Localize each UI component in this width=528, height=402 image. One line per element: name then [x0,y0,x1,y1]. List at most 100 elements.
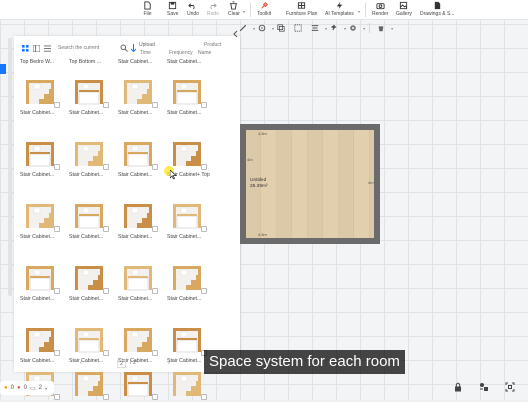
add-to-favorites-icon[interactable] [152,226,158,232]
item-label: Stair Cabinet... [118,296,153,302]
edit-toolbar: ▾ ▾ ▾ ▾ ▾ ▾ [236,21,411,35]
redo-button[interactable]: Redo [207,1,219,19]
ai-templates-dropdown-icon[interactable]: ▾ [358,9,360,14]
page-input[interactable]: 2 [117,360,127,368]
add-to-favorites-icon[interactable] [54,288,60,294]
visibility-dropdown-icon[interactable]: ▾ [363,26,365,31]
product-item[interactable]: Stair Cabinet... [69,136,113,179]
gallery-button[interactable]: Gallery [396,1,412,19]
product-item[interactable]: Stair Cabinet... [167,198,211,241]
category-scrollbar[interactable] [8,38,12,296]
add-to-favorites-icon[interactable] [54,226,60,232]
add-to-favorites-icon[interactable] [54,102,60,108]
product-item[interactable]: Stair Cabinet... [167,74,211,117]
item-label: Stair Cabinet... [69,172,104,178]
grid-view-icon[interactable] [22,45,29,52]
add-to-favorites-icon[interactable] [201,102,207,108]
add-to-favorites-icon[interactable] [103,164,109,170]
menu-icon[interactable] [44,45,51,52]
add-to-favorites-icon[interactable] [152,350,158,356]
product-thumbnail [167,322,207,356]
search-input[interactable] [58,43,120,53]
pin-button[interactable] [327,22,341,34]
align-button[interactable] [308,22,322,34]
clear-dropdown-icon[interactable]: ▾ [243,9,245,14]
prev-page-button[interactable]: ‹ [80,360,82,366]
group-button[interactable] [291,22,305,34]
search-icon[interactable] [120,44,128,52]
add-to-favorites-icon[interactable] [152,164,158,170]
paint-button[interactable] [255,22,269,34]
add-to-favorites-icon[interactable] [103,350,109,356]
product-item[interactable]: Stair Cabinet... [20,260,64,303]
layers-icon[interactable] [479,382,489,392]
product-item[interactable]: Stair Cabinet... [118,260,162,303]
product-item[interactable]: Stair Cabinet... [69,198,113,241]
copy-button[interactable] [274,22,288,34]
status-group[interactable]: ● 0 ● 0 ▭ 2 ▾ [0,381,54,395]
save-button[interactable]: Save [167,1,178,19]
drawings-button[interactable]: Drawings & S... [420,1,454,19]
add-to-favorites-icon[interactable] [201,164,207,170]
add-to-favorites-icon[interactable] [54,350,60,356]
dimension-bottom: 4.8m [258,232,267,237]
fullscreen-icon[interactable] [505,382,515,392]
product-sort-label[interactable]: Product [204,42,221,48]
add-to-favorites-icon[interactable] [103,288,109,294]
product-item[interactable]: Stair Cabinet... [20,198,64,241]
toolkit-button[interactable]: Toolkit [257,1,271,19]
product-thumbnail [69,260,109,294]
add-to-favorites-icon[interactable] [152,102,158,108]
undo-button[interactable]: Undo [187,1,199,19]
product-item[interactable]: Stair Cabinet... [69,260,113,303]
ai-templates-button[interactable]: AI Templates [325,1,354,19]
delete-button[interactable] [374,22,388,34]
product-item[interactable]: Stair Cabinet... [69,74,113,117]
add-to-favorites-icon[interactable] [103,226,109,232]
product-item[interactable]: Stair Cabinet... [118,136,162,179]
collapse-icon[interactable] [232,30,240,38]
product-thumbnail [20,198,60,232]
add-to-favorites-icon[interactable] [103,102,109,108]
product-thumbnail [69,198,109,232]
item-label: Stair Cabinet... [118,110,153,116]
product-item[interactable]: Stair Cabinet... [20,136,64,179]
toolbar-divider [250,3,251,17]
active-category-indicator[interactable] [0,64,6,74]
file-menu-button[interactable]: File [143,1,152,19]
upload-sort-label[interactable]: Upload [139,42,155,48]
toolbar-divider [365,3,366,17]
eye-icon [350,25,356,31]
product-item[interactable]: Stair Cabinet... [20,74,64,117]
product-item[interactable]: Stair Cabinet... [167,260,211,303]
render-button[interactable]: Render [372,1,388,19]
product-thumbnail [167,198,207,232]
file-icon [144,1,151,10]
furniture-plan-button[interactable]: Furniture Plan [286,1,317,19]
item-label: Stair Cabinet... [20,296,55,302]
sort-down-icon[interactable] [131,44,136,52]
product-item[interactable]: Stair Cabinet... [118,74,162,117]
add-to-favorites-icon[interactable] [201,288,207,294]
status-dropdown-icon[interactable]: ▾ [45,386,47,391]
clear-button[interactable]: Clear [228,1,240,19]
warning-icon: ● [4,385,8,391]
lock-icon[interactable] [453,382,463,392]
product-item[interactable]: Stair Cabinet... [118,198,162,241]
add-to-favorites-icon[interactable] [201,226,207,232]
clear-icon [230,1,238,10]
list-view-icon[interactable] [33,45,40,52]
trash-icon [377,24,385,32]
add-to-favorites-icon[interactable] [54,164,60,170]
delete-dropdown-icon[interactable]: ▾ [391,26,393,31]
item-label: Stair Cabinet... [167,110,202,116]
align-icon [311,25,319,31]
render-icon [376,3,385,10]
next-page-button[interactable]: › [168,360,170,366]
item-label: Stair Cabinet... [118,234,153,240]
room-label[interactable]: Untitled 25.39m² [250,178,268,189]
visibility-button[interactable] [346,22,360,34]
calendar-icon: ▭ [29,385,36,392]
add-to-favorites-icon[interactable] [152,288,158,294]
pin-icon [330,24,337,31]
